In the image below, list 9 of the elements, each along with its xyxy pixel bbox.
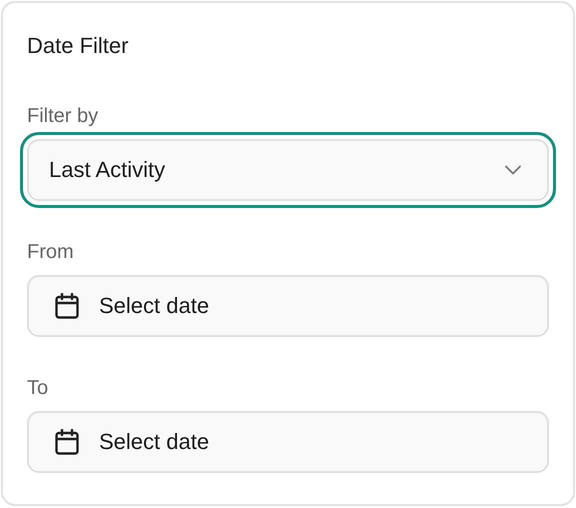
panel-title: Date Filter xyxy=(27,33,128,59)
date-picker[interactable]: Select date xyxy=(27,411,549,473)
chevron-down-icon xyxy=(505,165,521,175)
field-label: To xyxy=(27,376,48,400)
date-picker[interactable]: Select date xyxy=(27,275,549,337)
calendar-icon xyxy=(55,293,79,319)
field-label: From xyxy=(27,240,74,264)
calendar-icon xyxy=(55,429,79,455)
field-label: Filter by xyxy=(27,104,98,128)
